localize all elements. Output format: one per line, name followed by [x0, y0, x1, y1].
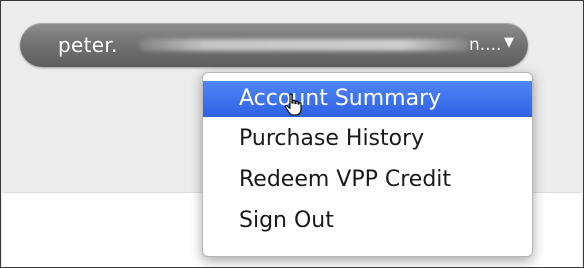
redacted-name [139, 39, 469, 51]
account-dropdown-menu: Account Summary Purchase History Redeem … [202, 72, 533, 257]
hand-pointer-icon [284, 93, 302, 116]
app-window: peter. n.... ▼ Account Summary Purchase … [0, 0, 584, 268]
menu-item-sign-out[interactable]: Sign Out [203, 203, 532, 239]
account-menu-button[interactable]: peter. n.... ▼ [20, 23, 528, 67]
account-name: peter. [58, 33, 118, 57]
menu-item-account-summary[interactable]: Account Summary [203, 81, 532, 117]
triangle-down-icon: ▼ [504, 35, 514, 50]
menu-item-redeem-vpp-credit[interactable]: Redeem VPP Credit [203, 162, 532, 198]
menu-item-purchase-history[interactable]: Purchase History [203, 121, 532, 157]
account-name-suffix: n.... [469, 35, 502, 55]
